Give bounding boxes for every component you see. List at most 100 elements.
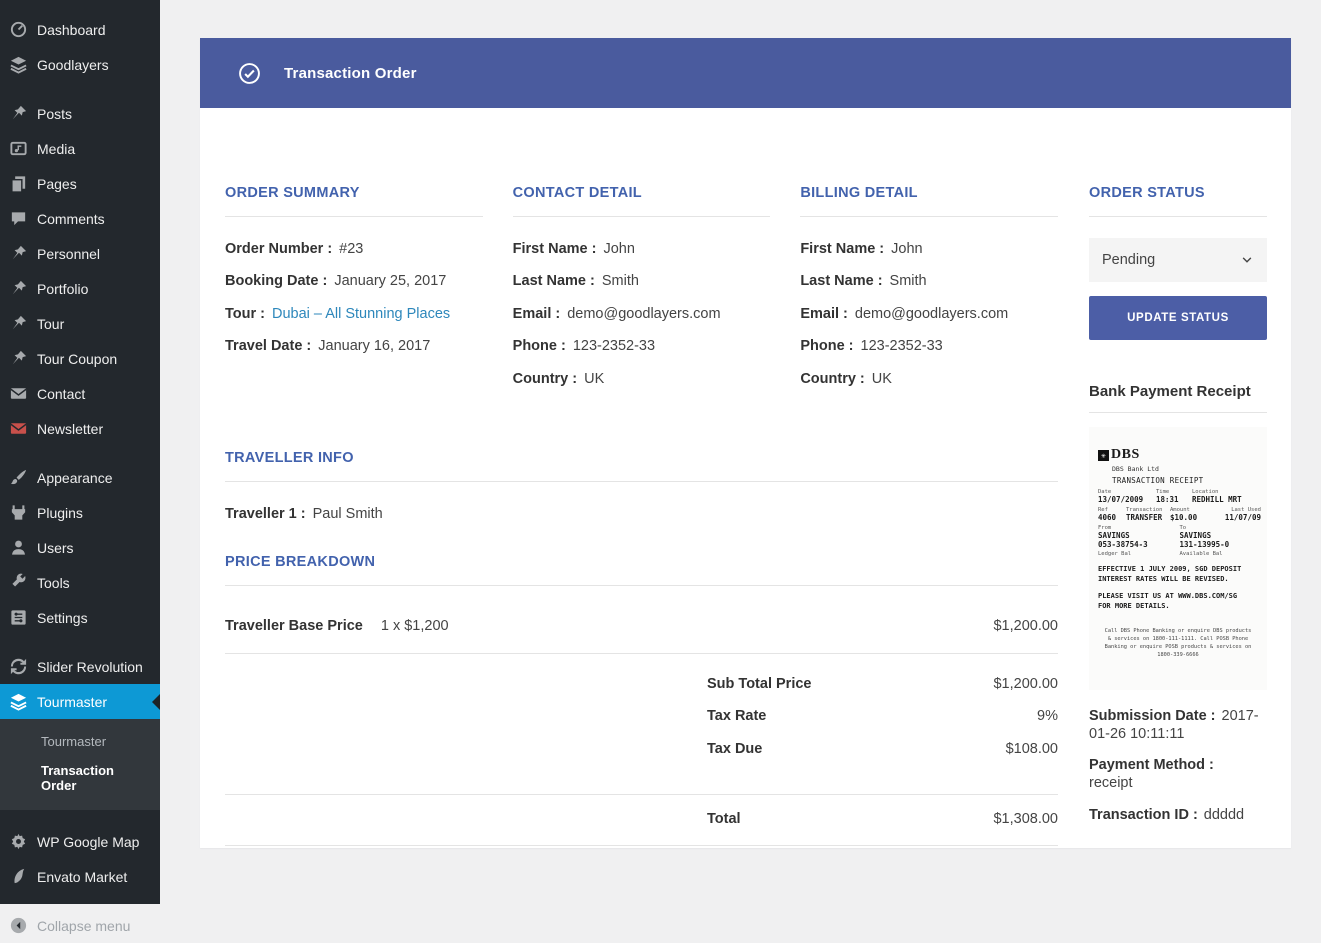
order-number-row: Order Number : #23 <box>225 238 483 260</box>
sidebar-item-personnel[interactable]: Personnel <box>0 236 160 271</box>
field-label: Booking Date : <box>225 273 327 289</box>
divider <box>1089 412 1267 413</box>
sidebar-item-contact[interactable]: Contact <box>0 376 160 411</box>
sidebar-item-envato-market[interactable]: Envato Market <box>0 859 160 894</box>
traveller-row: Traveller 1 :Paul Smith <box>225 503 1058 525</box>
receipt-value: REDHILL MRT <box>1192 495 1242 504</box>
phone-row: Phone :123-2352-33 <box>800 335 1058 357</box>
sidebar-item-label: Comments <box>37 211 105 227</box>
field-value: Smith <box>890 273 927 289</box>
sidebar-item-tour[interactable]: Tour <box>0 306 160 341</box>
envelope-icon <box>9 384 28 403</box>
country-row: Country :UK <box>513 368 771 390</box>
sidebar-item-plugins[interactable]: Plugins <box>0 495 160 530</box>
plug-icon <box>9 503 28 522</box>
field-label: Last Name : <box>513 273 595 289</box>
field-label: Submission Date : <box>1089 708 1216 724</box>
card-body: ORDER SUMMARY Order Number :#23 Booking … <box>200 108 1291 848</box>
field-value: January 16, 2017 <box>318 338 430 354</box>
sidebar-item-label: Dashboard <box>37 22 106 38</box>
total-row: Total$1,308.00 <box>707 808 1058 830</box>
dashboard-icon <box>9 20 28 39</box>
sidebar-item-label: Settings <box>37 610 88 626</box>
summary-label: Tax Rate <box>707 705 766 727</box>
field-label: Order Number : <box>225 241 332 257</box>
billing-detail-title: BILLING DETAIL <box>800 185 1058 201</box>
summary-amount: $108.00 <box>1006 738 1058 760</box>
sidebar-item-tools[interactable]: Tools <box>0 565 160 600</box>
field-label: Transaction ID : <box>1089 807 1198 823</box>
sidebar-item-newsletter[interactable]: Newsletter <box>0 411 160 446</box>
pushpin-icon <box>9 279 28 298</box>
last-name-row: Last Name :Smith <box>513 270 771 292</box>
chevron-down-icon <box>1240 253 1254 267</box>
dbs-logo-mark: ✳ <box>1098 450 1109 461</box>
sidebar-item-goodlayers[interactable]: Goodlayers <box>0 47 160 82</box>
receipt-notice: PLEASE VISIT US AT WWW.DBS.COM/SG FOR MO… <box>1098 591 1261 611</box>
comment-icon <box>9 209 28 228</box>
last-name-row: Last Name : Smith <box>800 270 1058 292</box>
country-row: Country :UK <box>800 368 1058 390</box>
field-label: Payment Method : <box>1089 757 1214 773</box>
bank-payment-receipt-title: Bank Payment Receipt <box>1089 383 1267 400</box>
sidebar-item-appearance[interactable]: Appearance <box>0 460 160 495</box>
dbs-logo: ✳ DBS <box>1098 447 1261 463</box>
receipt-value: 131-13995-0 <box>1180 540 1230 549</box>
sidebar-item-slider-revolution[interactable]: Slider Revolution <box>0 649 160 684</box>
paintbrush-icon <box>9 468 28 487</box>
sidebar-item-portfolio[interactable]: Portfolio <box>0 271 160 306</box>
sidebar-item-label: Posts <box>37 106 72 122</box>
sidebar-item-label: Users <box>37 540 74 556</box>
tour-link[interactable]: Dubai – All Stunning Places <box>272 306 450 322</box>
line-item-label: Traveller Base Price <box>225 618 363 634</box>
tax-due-row: Tax Due $108.00 <box>707 738 1058 760</box>
order-detail-area: ORDER SUMMARY Order Number :#23 Booking … <box>225 185 1058 848</box>
field-value: 123-2352-33 <box>573 338 655 354</box>
sidebar-item-tourmaster[interactable]: Tourmaster <box>0 684 160 719</box>
field-value: John <box>603 241 634 257</box>
receipt-value: TRANSFER <box>1126 513 1170 522</box>
page-title: Transaction Order <box>284 65 417 82</box>
sidebar-item-label: Plugins <box>37 505 83 521</box>
gear-icon <box>9 832 28 851</box>
line-item-amount: $1,200.00 <box>993 618 1058 634</box>
collapse-menu-button[interactable]: Collapse menu <box>0 908 160 943</box>
sidebar-item-media[interactable]: Media <box>0 131 160 166</box>
sidebar-item-settings[interactable]: Settings <box>0 600 160 635</box>
receipt-label: Ledger Bal <box>1098 551 1180 557</box>
submenu-item-transaction-order[interactable]: Transaction Order <box>0 756 160 800</box>
total-label: Total <box>707 808 741 830</box>
pages-icon <box>9 174 28 193</box>
divider <box>800 216 1058 217</box>
update-status-button[interactable]: UPDATE STATUS <box>1089 296 1267 340</box>
sidebar-item-comments[interactable]: Comments <box>0 201 160 236</box>
receipt-labels: Ledger Bal Available Bal <box>1098 551 1261 557</box>
newsletter-icon <box>9 419 28 438</box>
email-row: Email :demo@goodlayers.com <box>513 303 771 325</box>
submenu-item-tourmaster[interactable]: Tourmaster <box>0 727 160 756</box>
sidebar-item-pages[interactable]: Pages <box>0 166 160 201</box>
sidebar-item-wp-google-map[interactable]: WP Google Map <box>0 824 160 859</box>
sidebar-item-posts[interactable]: Posts <box>0 96 160 131</box>
sidebar-item-label: Collapse menu <box>37 918 130 934</box>
field-label: Last Name : <box>800 273 882 289</box>
traveller-info-section: TRAVELLER INFO Traveller 1 :Paul Smith <box>225 450 1058 525</box>
travel-date-row: Travel Date :January 16, 2017 <box>225 335 483 357</box>
pushpin-icon <box>9 244 28 263</box>
bank-receipt-image[interactable]: ✳ DBS DBS Bank Ltd TRANSACTION RECEIPT D… <box>1089 427 1267 690</box>
sidebar-item-label: Slider Revolution <box>37 659 143 675</box>
sidebar-item-tour-coupon[interactable]: Tour Coupon <box>0 341 160 376</box>
order-status-select[interactable]: Pending <box>1089 238 1267 282</box>
receipt-values: 13/07/2009 18:31 REDHILL MRT <box>1098 495 1261 504</box>
field-value: #23 <box>339 241 363 257</box>
transaction-order-card: Transaction Order ORDER SUMMARY Order Nu… <box>200 38 1291 848</box>
sidebar-item-dashboard[interactable]: Dashboard <box>0 12 160 47</box>
pushpin-icon <box>9 314 28 333</box>
order-status-column: ORDER STATUS Pending UPDATE STATUS Bank … <box>1089 185 1267 848</box>
summary-label: Tax Due <box>707 738 762 760</box>
receipt-values: 053-38754-3 131-13995-0 <box>1098 540 1261 549</box>
receipt-value: 4060 <box>1098 513 1126 522</box>
sidebar-item-label: Goodlayers <box>37 57 109 73</box>
sidebar-item-users[interactable]: Users <box>0 530 160 565</box>
divider <box>225 585 1058 586</box>
